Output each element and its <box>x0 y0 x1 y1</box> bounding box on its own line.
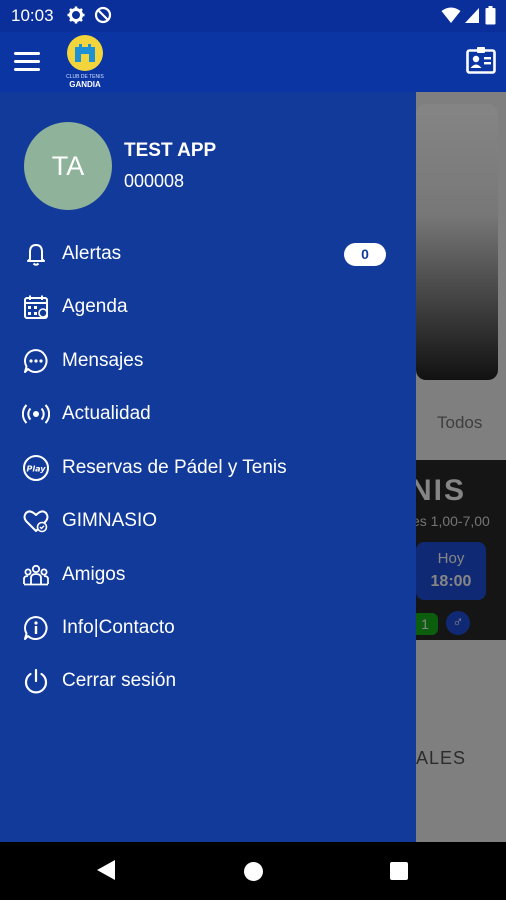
battery-icon <box>485 6 496 25</box>
heart-icon <box>23 510 49 533</box>
system-nav-bar <box>0 842 506 900</box>
logo-text-bottom: GANDIA <box>69 80 101 89</box>
menu-item-label: Actualidad <box>62 403 151 424</box>
id-card-icon[interactable] <box>466 46 496 74</box>
menu-item-label: Agenda <box>62 296 128 317</box>
info-bubble-icon <box>24 616 48 640</box>
menu-item-label: Info|Contacto <box>62 617 175 638</box>
broadcast-icon <box>22 404 50 424</box>
menu-item-alertas[interactable]: Alertas 0 <box>0 229 416 279</box>
power-icon <box>24 668 48 694</box>
menu-item-info-contacto[interactable]: Info|Contacto <box>0 603 416 653</box>
home-icon[interactable] <box>244 862 263 881</box>
status-time: 10:03 <box>11 6 54 25</box>
bell-icon <box>27 244 45 266</box>
menu-item-gimnasio[interactable]: GIMNASIO <box>0 496 416 546</box>
menu-item-label: Alertas <box>62 243 122 264</box>
menu-item-label: Cerrar sesión <box>62 670 177 691</box>
play-icon: Play <box>23 455 49 481</box>
menu-item-amigos[interactable]: Amigos <box>0 550 416 600</box>
wifi-icon <box>441 7 461 23</box>
no-disturb-icon <box>94 6 112 24</box>
navigation-drawer: TA TEST APP 000008 Alertas 0 Agenda Mens… <box>0 92 416 842</box>
back-icon[interactable] <box>96 859 116 881</box>
calendar-icon <box>24 295 48 319</box>
menu-item-label: Reservas de Pádel y Tenis <box>62 457 287 478</box>
menu-item-agenda[interactable]: Agenda <box>0 282 416 332</box>
user-code: 000008 <box>124 171 185 191</box>
svg-text:Play: Play <box>27 465 47 474</box>
recents-icon[interactable] <box>390 862 408 880</box>
alerts-count-badge: 0 <box>344 243 386 266</box>
group-icon <box>23 564 49 586</box>
status-bar: 10:03 <box>0 0 506 32</box>
menu-item-label: Amigos <box>62 564 126 585</box>
gear-icon <box>67 6 85 24</box>
app-bar: CLUB DE TENIS GANDIA <box>0 32 506 92</box>
menu-item-label: Mensajes <box>62 350 144 371</box>
chat-bubble-icon <box>24 349 48 373</box>
menu-icon[interactable] <box>14 52 40 72</box>
menu-item-cerrar-sesion[interactable]: Cerrar sesión <box>0 656 416 706</box>
menu-item-actualidad[interactable]: Actualidad <box>0 389 416 439</box>
avatar[interactable]: TA <box>24 122 112 210</box>
menu-item-label: GIMNASIO <box>62 510 158 531</box>
menu-item-mensajes[interactable]: Mensajes <box>0 336 416 386</box>
signal-icon <box>465 8 479 23</box>
club-logo: CLUB DE TENIS GANDIA <box>62 34 108 90</box>
user-name: TEST APP <box>124 140 217 161</box>
menu-item-reservas[interactable]: Play Reservas de Pádel y Tenis <box>0 443 416 493</box>
